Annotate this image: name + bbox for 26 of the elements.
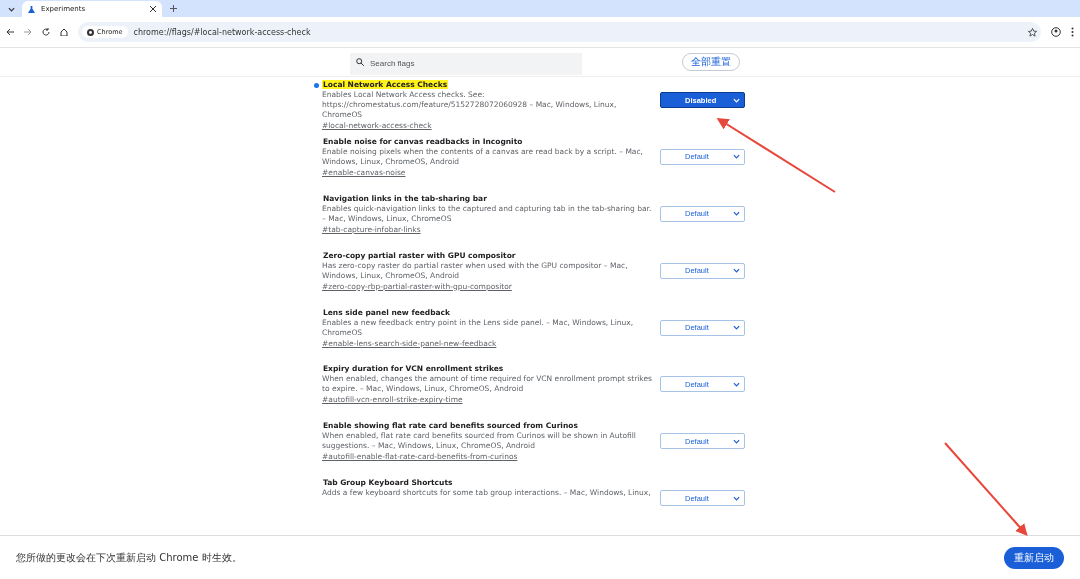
- reset-all-button[interactable]: 全部重置: [682, 53, 740, 71]
- chevron-down-icon: [733, 154, 740, 160]
- chevron-down-icon: [733, 97, 740, 103]
- chevron-down-icon: [733, 438, 740, 444]
- star-icon[interactable]: [1028, 27, 1037, 37]
- chevron-down-icon: [733, 211, 740, 217]
- forward-arrow-icon[interactable]: [24, 28, 32, 36]
- url-text[interactable]: chrome://flags/#local-network-access-check: [133, 27, 1022, 37]
- back-arrow-icon[interactable]: [6, 28, 14, 36]
- flask-icon: [28, 5, 35, 13]
- relaunch-message: 您所做的更改会在下次重新启动 Chrome 时生效。: [16, 550, 242, 565]
- search-icon: [356, 58, 364, 66]
- new-tab-icon[interactable]: [170, 5, 177, 12]
- chrome-logo-icon: [87, 28, 94, 36]
- home-icon[interactable]: [60, 28, 68, 36]
- more-menu-icon[interactable]: [1071, 27, 1074, 37]
- reload-icon[interactable]: [42, 28, 50, 36]
- close-icon[interactable]: [150, 6, 156, 12]
- chevron-down-icon: [7, 6, 15, 12]
- search-field[interactable]: Search flags: [350, 52, 582, 75]
- chevron-down-icon: [733, 495, 740, 501]
- profile-icon[interactable]: [1051, 27, 1061, 37]
- chevron-down-icon: [733, 381, 740, 387]
- chevron-down-icon: [733, 325, 740, 330]
- chevron-down-icon: [733, 268, 740, 274]
- relaunch-button[interactable]: 重新启动: [1004, 546, 1064, 569]
